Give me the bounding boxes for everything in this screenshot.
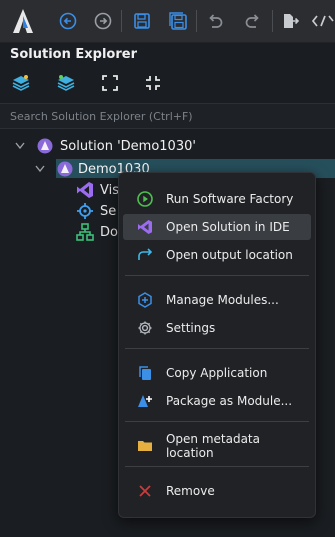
menu-item-label: Open output location [166, 248, 293, 262]
menu-separator [125, 421, 309, 422]
menu-item-label: Open metadata location [165, 432, 260, 460]
tree-child-label: Se [100, 203, 117, 219]
menu-separator [125, 275, 309, 276]
visual-studio-icon [76, 181, 94, 199]
context-menu: Run Software Factory Open Solution in ID… [118, 172, 316, 518]
redo-icon[interactable] [241, 9, 265, 33]
play-icon [136, 190, 154, 208]
menu-item-settings[interactable]: Settings [123, 315, 311, 341]
gear-icon [136, 319, 154, 337]
tree-item-visual-studio[interactable]: Vis [76, 180, 119, 200]
folder-icon [136, 437, 154, 455]
menu-item-manage-modules[interactable]: Manage Modules... [123, 287, 311, 313]
menu-item-open-output-location[interactable]: Open output location [123, 242, 311, 268]
menu-item-label: Settings [166, 321, 216, 335]
app-logo-icon [10, 7, 36, 35]
collapse-layers-icon[interactable] [55, 72, 77, 94]
menu-item-label: Remove [166, 484, 215, 498]
save-icon[interactable] [130, 9, 154, 33]
expand-layers-icon[interactable] [10, 72, 32, 94]
copy-icon [136, 364, 154, 382]
visual-studio-icon [136, 218, 154, 236]
expand-all-icon[interactable] [99, 72, 121, 94]
menu-item-label: Open Solution in IDE [166, 220, 290, 234]
menu-separator [125, 348, 309, 349]
menu-item-open-metadata-location[interactable]: Open metadata location [123, 432, 311, 460]
package-icon [136, 392, 154, 410]
panel-tools [0, 72, 335, 98]
menu-item-run-software-factory[interactable]: Run Software Factory [123, 186, 311, 212]
expand-caret-icon[interactable] [14, 140, 26, 152]
menu-item-package-as-module[interactable]: Package as Module... [123, 388, 311, 414]
collapse-all-icon[interactable] [142, 72, 164, 94]
back-icon[interactable] [56, 9, 80, 33]
menu-item-label: Run Software Factory [166, 192, 294, 206]
menu-item-open-solution-in-ide[interactable]: Open Solution in IDE [123, 214, 311, 240]
search-input[interactable] [8, 104, 335, 128]
export-icon[interactable] [278, 9, 302, 33]
panel-title: Solution Explorer [10, 47, 137, 62]
tree-child-label: Do [100, 224, 118, 240]
menu-item-label: Package as Module... [166, 394, 293, 408]
save-all-icon[interactable] [166, 9, 190, 33]
menu-separator [125, 466, 309, 467]
redirect-arrow-icon [136, 246, 154, 264]
menu-item-copy-application[interactable]: Copy Application [123, 360, 311, 386]
menu-item-label: Copy Application [166, 366, 268, 380]
main-toolbar [0, 0, 335, 43]
tree-item-solution[interactable]: Solution 'Demo1030' [14, 136, 196, 156]
tree-child-label: Vis [100, 182, 119, 198]
solution-label: Solution 'Demo1030' [60, 138, 196, 154]
modules-icon [136, 291, 154, 309]
tree-item-domain[interactable]: Do [76, 222, 118, 242]
forward-icon[interactable] [91, 9, 115, 33]
solution-icon [36, 137, 54, 155]
close-icon [136, 482, 154, 500]
code-icon[interactable] [311, 9, 335, 33]
expand-caret-icon[interactable] [34, 163, 46, 175]
domain-icon [76, 223, 94, 241]
undo-icon[interactable] [203, 9, 227, 33]
services-icon [76, 202, 94, 220]
menu-item-remove[interactable]: Remove [123, 478, 311, 504]
tree-item-services[interactable]: Se [76, 201, 116, 221]
search-bar [0, 103, 335, 129]
project-icon [56, 160, 74, 178]
menu-item-label: Manage Modules... [166, 293, 279, 307]
